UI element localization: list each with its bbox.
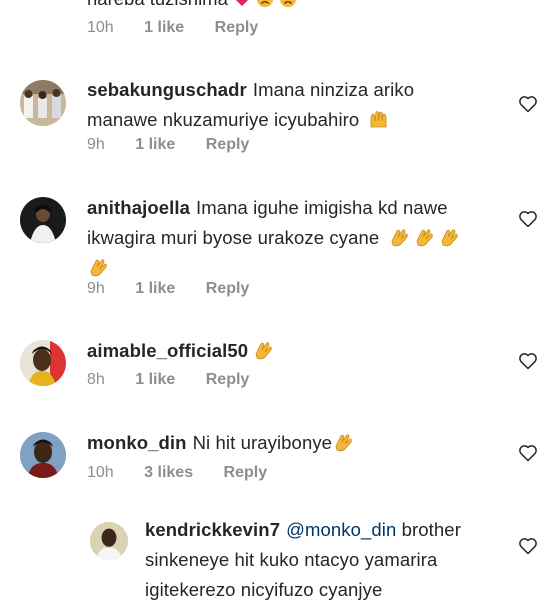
comment-meta: 10h 3 likes Reply bbox=[87, 464, 293, 482]
raising-hands-emoji bbox=[368, 109, 390, 129]
comment-time: 10h bbox=[87, 464, 114, 481]
reply-button[interactable]: Reply bbox=[206, 371, 250, 388]
comment-text: aimable_official50 bbox=[87, 336, 507, 366]
sad-face-emoji bbox=[279, 0, 297, 8]
avatar[interactable] bbox=[20, 197, 66, 243]
comment-body: brother bbox=[401, 519, 461, 540]
likes-count[interactable]: 1 like bbox=[144, 19, 184, 36]
reply-button[interactable]: Reply bbox=[206, 136, 250, 153]
comment-item: sebakunguschadr Imana ninziza ariko manaw… bbox=[0, 74, 560, 174]
comment-time: 9h bbox=[87, 280, 105, 297]
clapping-hands-emoji bbox=[438, 227, 460, 247]
clapping-hands-emoji bbox=[413, 227, 435, 247]
avatar[interactable] bbox=[20, 340, 66, 386]
comment-item: monko_din Ni hit urayibonye 10h 3 likes R… bbox=[0, 426, 560, 496]
comment-time: 9h bbox=[87, 136, 105, 153]
comment-body: Ni hit urayibonye bbox=[192, 432, 333, 453]
likes-count[interactable]: 1 like bbox=[135, 136, 175, 153]
mention-link[interactable]: @monko_din bbox=[286, 519, 396, 540]
reply-button[interactable]: Reply bbox=[224, 464, 268, 481]
comment-username[interactable]: anithajoella bbox=[87, 197, 190, 218]
comment-top-partial: nareba tuzishima 10h 1 like Reply bbox=[0, 0, 560, 50]
clapping-hands-emoji bbox=[332, 432, 354, 452]
red-heart-emoji bbox=[233, 0, 251, 7]
comment-body: Imana ninziza ariko bbox=[252, 79, 415, 100]
comment-body: ikwagira muri byose urakoze cyane bbox=[87, 227, 380, 248]
comment-body: sinkeneye hit kuko ntacyo yamarira bbox=[145, 549, 438, 570]
likes-count[interactable]: 3 likes bbox=[144, 464, 193, 481]
likes-count[interactable]: 1 like bbox=[135, 371, 175, 388]
sad-face-emoji bbox=[256, 0, 274, 8]
clapping-hands-emoji bbox=[87, 257, 109, 277]
heart-icon[interactable] bbox=[518, 443, 538, 463]
comment-meta: 8h 1 like Reply bbox=[87, 371, 275, 389]
heart-icon[interactable] bbox=[518, 94, 538, 114]
comment-body: nareba tuzishima bbox=[87, 0, 228, 9]
likes-count[interactable]: 1 like bbox=[135, 280, 175, 297]
comment-item: aimable_official50 8h 1 like Reply bbox=[0, 334, 560, 404]
comment-time: 10h bbox=[87, 19, 114, 36]
comment-text: nareba tuzishima bbox=[87, 0, 297, 10]
heart-icon[interactable] bbox=[518, 351, 538, 371]
comment-username[interactable]: aimable_official50 bbox=[87, 340, 248, 361]
heart-icon[interactable] bbox=[518, 536, 538, 556]
comment-time: 8h bbox=[87, 371, 105, 388]
comment-username[interactable]: kendrickkevin7 bbox=[145, 519, 280, 540]
avatar[interactable] bbox=[20, 80, 66, 126]
reply-button[interactable]: Reply bbox=[215, 19, 259, 36]
clapping-hands-emoji bbox=[252, 340, 274, 360]
comment-meta: 10h 1 like Reply bbox=[87, 19, 284, 37]
comment-username[interactable]: monko_din bbox=[87, 432, 187, 453]
comment-meta: 9h 1 like Reply bbox=[87, 280, 275, 298]
comment-item: anithajoella Imana iguhe imigisha kd nawe… bbox=[0, 193, 560, 313]
avatar[interactable] bbox=[90, 522, 128, 560]
clapping-hands-emoji bbox=[388, 227, 410, 247]
heart-icon[interactable] bbox=[518, 209, 538, 229]
avatar[interactable] bbox=[20, 432, 66, 478]
comment-body: Imana iguhe imigisha kd nawe bbox=[195, 197, 448, 218]
reply-item: kendrickkevin7 @monko_din brother sinkene… bbox=[0, 518, 560, 600]
comment-body: manawe nkuzamuriye icyubahiro bbox=[87, 109, 360, 130]
comment-body: igitekerezo nicyifuzo cyanjye bbox=[145, 579, 383, 600]
comment-text: sebakunguschadr Imana ninziza ariko manaw… bbox=[87, 75, 507, 135]
comment-username[interactable]: sebakunguschadr bbox=[87, 79, 247, 100]
comment-text: anithajoella Imana iguhe imigisha kd nawe… bbox=[87, 193, 527, 283]
comment-meta: 9h 1 like Reply bbox=[87, 136, 275, 154]
comment-text: monko_din Ni hit urayibonye bbox=[87, 428, 507, 458]
reply-button[interactable]: Reply bbox=[206, 280, 250, 297]
comment-text: kendrickkevin7 @monko_din brother sinkene… bbox=[145, 515, 515, 605]
